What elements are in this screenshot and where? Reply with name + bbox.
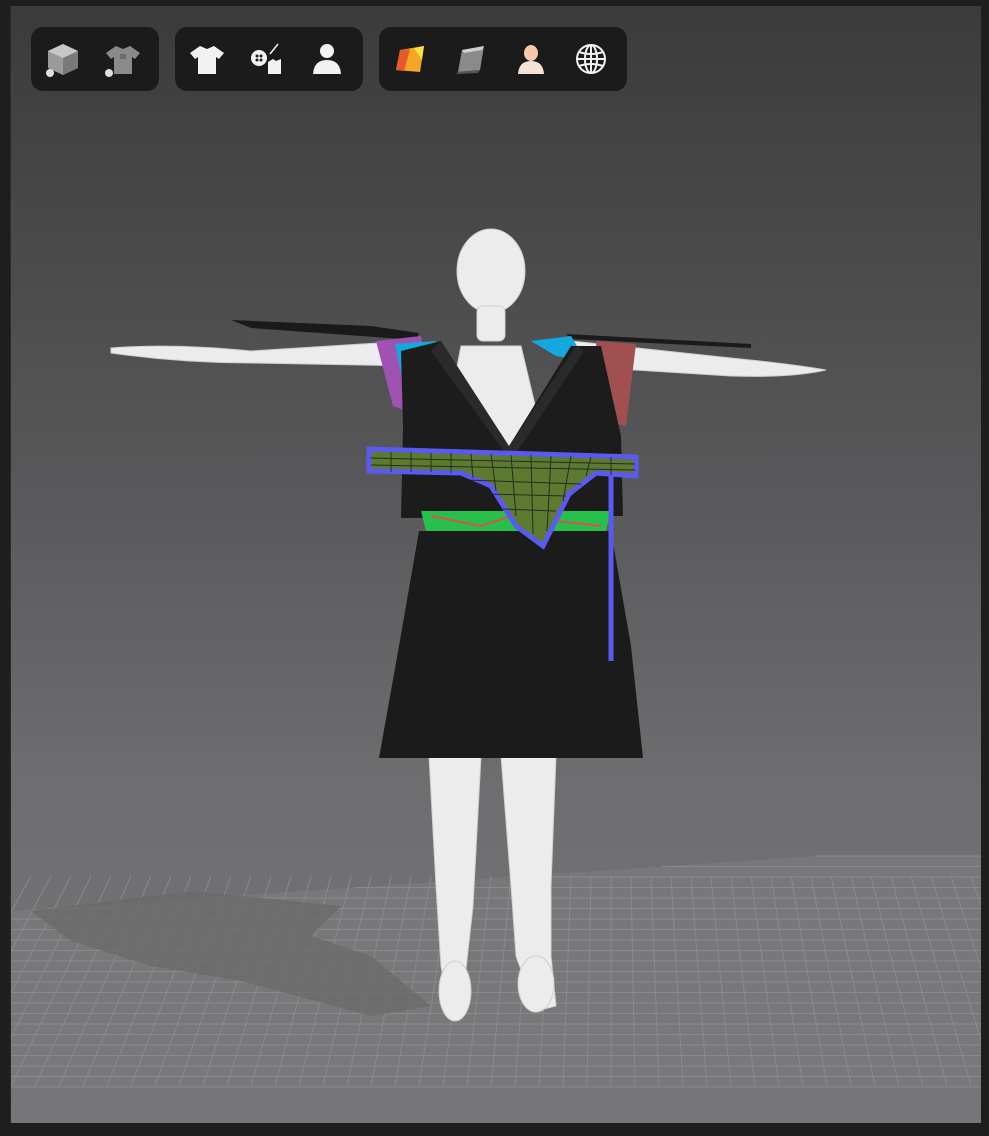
skirt-piece [379, 531, 643, 758]
thick-surface-button[interactable] [451, 39, 491, 79]
sleeve-piece-left [231, 320, 419, 340]
show-garment-button[interactable] [187, 39, 227, 79]
3d-viewport[interactable] [10, 6, 981, 1123]
avatar-skin-icon [518, 45, 544, 74]
show-avatar-button[interactable] [307, 39, 347, 79]
visibility-toolbar [175, 27, 363, 91]
floor-grid [11, 855, 981, 1088]
texture-surface-icon [396, 46, 424, 72]
garment-display-shirt-icon [105, 46, 140, 77]
mesh-wireframe-button[interactable] [571, 39, 611, 79]
render-toolbar [379, 27, 627, 91]
display-toolbar [31, 27, 159, 91]
thick-surface-icon [456, 46, 484, 74]
avatar-skin-button[interactable] [511, 39, 551, 79]
scene-canvas[interactable] [11, 6, 981, 1123]
mesh-wireframe-globe-icon [576, 44, 606, 74]
show-trims-button-icon [251, 43, 281, 74]
texture-surface-button[interactable] [391, 39, 431, 79]
garment-display-button[interactable] [103, 39, 143, 79]
show-avatar-icon [313, 44, 341, 74]
avatar-display-button[interactable] [43, 39, 83, 79]
avatar-display-cube-icon [46, 44, 78, 77]
show-garment-icon [190, 46, 224, 74]
show-trims-button[interactable] [247, 39, 287, 79]
